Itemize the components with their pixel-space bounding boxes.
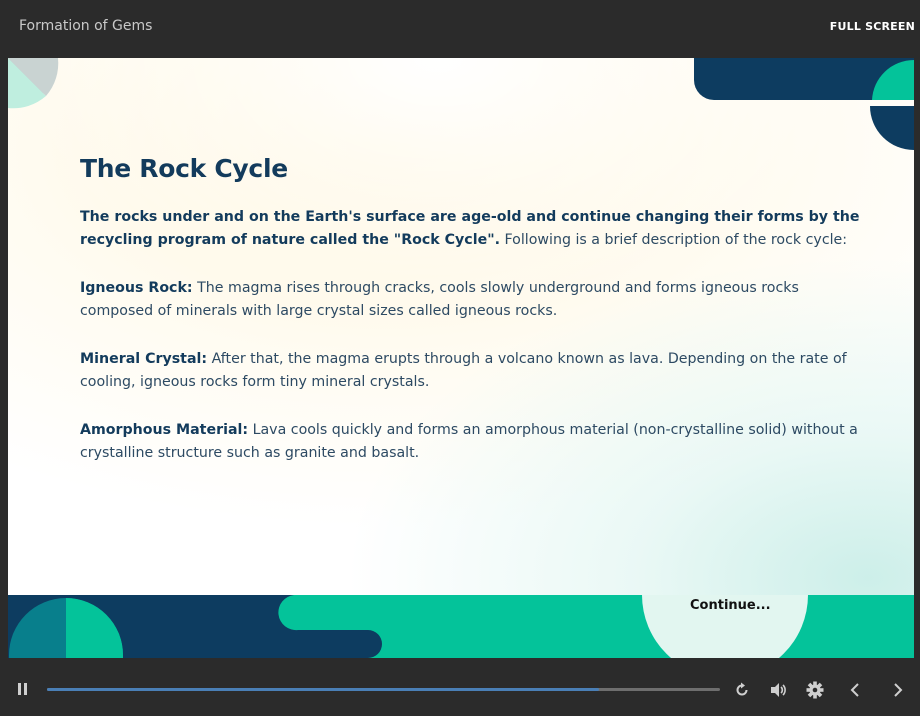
corner-decoration-top-right: [694, 58, 914, 150]
section-term: Igneous Rock:: [80, 280, 193, 296]
continue-button[interactable]: Continue...: [690, 598, 771, 613]
intro-paragraph: The rocks under and on the Earth's surfa…: [80, 206, 860, 252]
section-term: Amorphous Material:: [80, 422, 249, 438]
top-bar: Formation of Gems FULL SCREEN: [0, 0, 920, 57]
section-term: Mineral Crystal:: [80, 351, 208, 367]
next-icon[interactable]: [892, 682, 904, 698]
progress-bar-fill: [47, 688, 599, 691]
course-title: Formation of Gems: [19, 18, 153, 34]
settings-icon[interactable]: [806, 681, 824, 699]
player-controls-bar: [0, 658, 920, 716]
section-mineral-crystal: Mineral Crystal: After that, the magma e…: [80, 348, 860, 394]
progress-bar[interactable]: [47, 688, 720, 691]
intro-text: Following is a brief description of the …: [500, 232, 848, 248]
slide-title: The Rock Cycle: [80, 154, 288, 183]
section-amorphous-material: Amorphous Material: Lava cools quickly a…: [80, 419, 860, 465]
volume-icon[interactable]: [770, 682, 788, 698]
replay-icon[interactable]: [734, 682, 750, 698]
pause-icon[interactable]: [17, 682, 29, 696]
slide-canvas: The Rock Cycle The rocks under and on th…: [8, 58, 914, 658]
section-igneous-rock: Igneous Rock: The magma rises through cr…: [80, 277, 860, 323]
previous-icon[interactable]: [849, 682, 861, 698]
corner-decoration-top-left: [8, 58, 59, 109]
bottom-decoration-band: [8, 595, 914, 658]
fullscreen-button[interactable]: FULL SCREEN: [830, 20, 915, 33]
